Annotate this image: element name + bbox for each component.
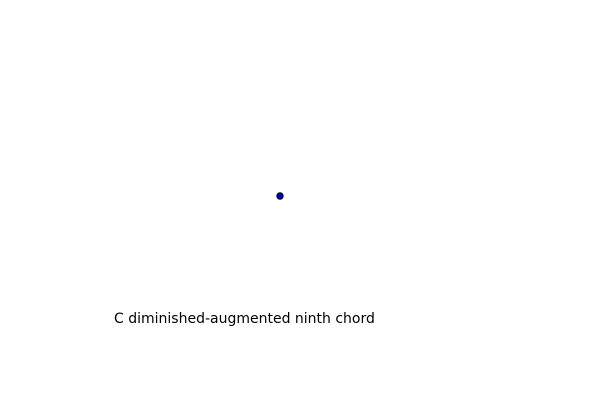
chord-caption: C diminished-augmented ninth chord	[114, 311, 375, 327]
note-dot	[276, 192, 284, 200]
canvas: C diminished-augmented ninth chord	[0, 0, 600, 400]
